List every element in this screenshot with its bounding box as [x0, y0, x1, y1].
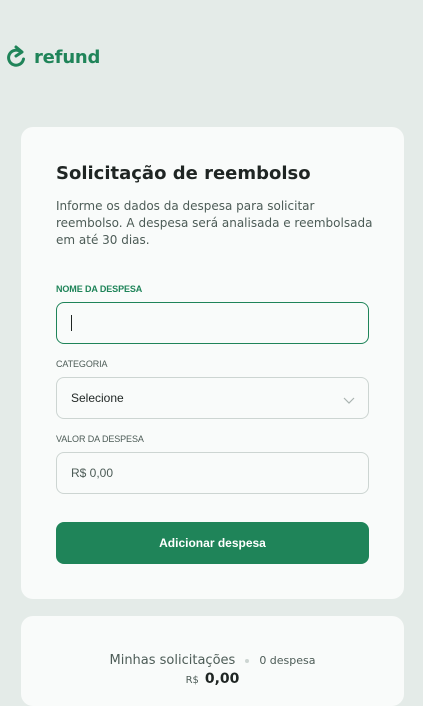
- brand-name: refund: [34, 46, 101, 68]
- form-title: Solicitação de reembolso: [56, 163, 311, 184]
- category-label: CATEGORIA: [56, 359, 108, 369]
- summary-title: Minhas solicitações: [109, 653, 236, 668]
- amount-input[interactable]: R$ 0,00: [56, 452, 369, 494]
- expense-name-input[interactable]: [56, 302, 369, 344]
- separator-dot: [245, 658, 250, 663]
- amount-placeholder: R$ 0,00: [71, 466, 114, 480]
- expense-name-label: NOME DA DESPESA: [56, 284, 143, 294]
- summary-header: Minhas solicitações 0 despesa: [21, 653, 404, 668]
- summary-card: Minhas solicitações 0 despesa R$ 0,00: [21, 616, 404, 706]
- chevron-down-icon: [343, 397, 355, 404]
- logo: refund: [6, 45, 100, 69]
- text-caret: [71, 315, 72, 331]
- category-select[interactable]: Selecione: [56, 377, 369, 419]
- add-expense-button[interactable]: Adicionar despesa: [56, 522, 369, 564]
- expense-count: 0 despesa: [259, 654, 316, 667]
- form-description: Informe os dados da despesa para solicit…: [56, 199, 373, 247]
- refresh-arrow-icon: [7, 45, 25, 67]
- amount-label: VALOR DA DESPESA: [56, 434, 144, 444]
- total-amount: 0,00: [204, 671, 240, 687]
- currency-symbol: R$: [185, 675, 199, 686]
- summary-total: R$ 0,00: [21, 671, 404, 687]
- expense-form-card: Solicitação de reembolso Informe os dado…: [21, 127, 404, 599]
- category-selected-value: Selecione: [71, 391, 124, 405]
